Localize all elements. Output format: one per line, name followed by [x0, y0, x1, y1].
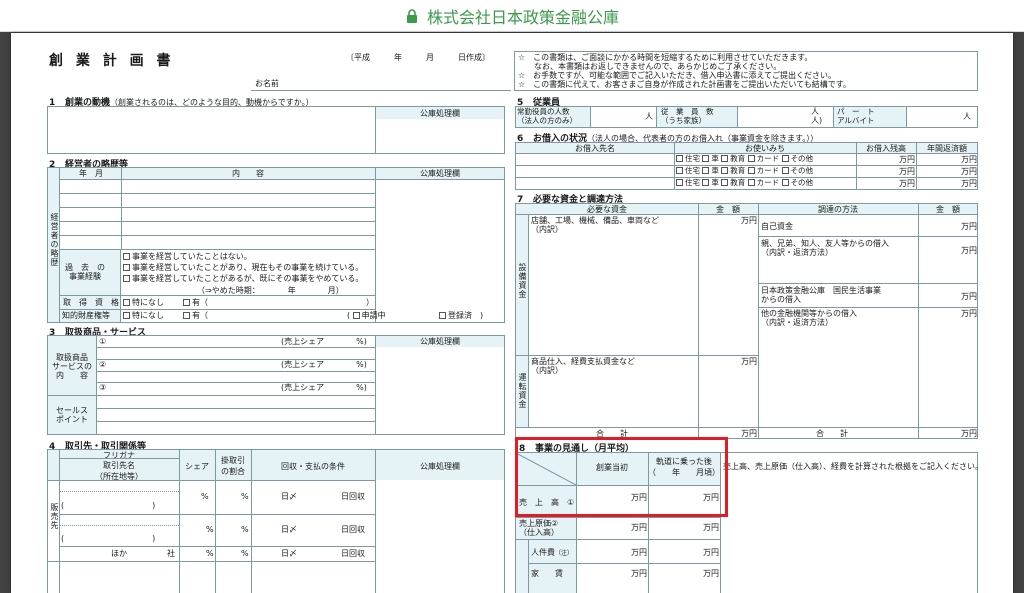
checkbox-icon[interactable] [352, 312, 360, 319]
checkbox-icon[interactable] [747, 155, 755, 162]
office-col-4: 公庫処理欄 [420, 462, 460, 471]
checkbox-icon[interactable] [183, 299, 190, 306]
products-box [47, 335, 505, 435]
checkbox-icon[interactable] [781, 155, 789, 162]
sales-point-label: セールス ポイント [56, 406, 88, 425]
checkbox-icon[interactable] [123, 253, 130, 260]
product-item-1: ① [99, 337, 107, 346]
cogs-label: 売上原価② （仕入高） [519, 519, 559, 538]
products-label: 取扱商品 サービスの 内 容 [52, 353, 92, 381]
ip-registered[interactable]: 登録済 ) [439, 311, 483, 320]
notice-2: なお、本書類はお返しできませんので、あらかじめご了承ください。 [518, 62, 782, 71]
loan-row-2-uses[interactable]: 住宅 車 教育 カード その他 [676, 166, 813, 176]
family-loan: 親、兄弟、知人、友人等からの借入 （内訳・返済方法） [761, 239, 889, 258]
document-page: 創 業 計 画 書 〔平成 年 月 日作成〕 お名前 ☆ この書類は、ご面談にか… [11, 33, 1013, 593]
labor-label: 人件費（注） [531, 548, 574, 557]
doc-title: 創 業 計 画 書 [49, 53, 175, 69]
past-experience-label: 過 去 の 事業経験 [65, 263, 105, 282]
opex-side: 運転資金 [518, 373, 527, 409]
checkbox-icon[interactable] [781, 179, 789, 186]
ip-label: 知的財産権等 [62, 311, 110, 320]
product-share-3: (売上シェア %) [281, 383, 367, 392]
rent-label: 家 賃 [531, 569, 563, 578]
checkbox-icon[interactable] [702, 155, 710, 162]
highlight-box [515, 437, 728, 517]
site-title: 株式会社日本政策金融公庫 [426, 7, 619, 27]
loan-row-1-uses[interactable]: 住宅 車 教育 カード その他 [676, 154, 813, 164]
opex-label: 商品仕入、経費支払資金など （内訳） [531, 357, 635, 376]
client-name-label: 取引先名 （所在地等） [95, 461, 143, 481]
other-loan: 他の金融機関等からの借入 （内訳・返済方法） [761, 309, 857, 328]
product-item-3: ③ [99, 383, 107, 392]
col-content: 内 容 [232, 169, 264, 178]
capex-label: 店舗、工場、機械、備品、車両など （内訳） [531, 216, 659, 235]
funding-box [515, 203, 978, 439]
col-year-month: 年 月 [79, 169, 103, 178]
share-col: シェア [185, 462, 209, 471]
other-clients: ほか 社 [111, 549, 175, 558]
checkbox-icon[interactable] [123, 299, 130, 306]
checkbox-icon[interactable] [439, 312, 446, 319]
product-item-2: ② [99, 360, 107, 369]
checkbox-icon[interactable] [702, 167, 710, 174]
checkbox-icon[interactable] [721, 179, 729, 186]
jfc-loan: 日本政策金融公庫 国民生活事業 からの借入 [761, 286, 881, 305]
office-col-2: 公庫処理欄 [420, 169, 460, 178]
checkbox-icon[interactable] [747, 167, 755, 174]
staff-count-label: 従 業 員 数 （うち家族） [661, 107, 714, 125]
capex-side: 設備資金 [518, 263, 527, 299]
checkbox-icon[interactable] [183, 312, 190, 319]
product-share-2: (売上シェア %) [281, 360, 367, 369]
past-opt-2[interactable]: 事業を経営していたことがあり、現在もその事業を続けている。 [123, 263, 363, 272]
checkbox-icon[interactable] [781, 167, 789, 174]
ip-have[interactable]: 有（ [183, 311, 208, 320]
checkbox-icon[interactable] [676, 167, 683, 174]
notice-1: ☆ この書類は、ご面談にかかる時間を短縮するために利用させていただきます。 [518, 53, 813, 62]
officer-count-label: 常勤役員の人数 （法人の方のみ） [517, 107, 577, 125]
license-have[interactable]: 有（ [183, 298, 208, 307]
license-label: 取 得 資 格 [63, 298, 119, 307]
notice-3: ☆ お手数ですが、可能な範囲でご記入いただき、借入申込書に添えてご提出ください。 [518, 71, 837, 80]
checkbox-icon[interactable] [747, 179, 755, 186]
ip-applying[interactable]: ( 申請中 [347, 311, 386, 320]
checkbox-icon[interactable] [123, 275, 130, 282]
own-funds: 自己資金 [761, 222, 793, 231]
date-line: 〔平成 年 月 日作成〕 [346, 53, 490, 62]
part-time-label: パ ー ト アルバイト [837, 107, 875, 125]
checkbox-icon[interactable] [123, 264, 130, 271]
name-label: お名前 [255, 79, 279, 88]
checkbox-icon[interactable] [123, 312, 130, 319]
checkbox-icon[interactable] [702, 179, 710, 186]
credit-col: 掛取引 の割合 [221, 456, 245, 476]
checkbox-icon[interactable] [721, 167, 729, 174]
checkbox-icon[interactable] [721, 155, 729, 162]
license-none[interactable]: 特になし [123, 298, 164, 307]
total-right: 合 計 [816, 429, 848, 438]
checkbox-icon[interactable] [676, 155, 683, 162]
browser-title-bar: 株式会社日本政策金融公庫 [0, 0, 1024, 32]
lock-icon [406, 8, 417, 23]
ip-none[interactable]: 特になし [123, 311, 164, 320]
office-col-1: 公庫処理欄 [420, 109, 460, 118]
checkbox-icon[interactable] [676, 179, 683, 186]
past-opt-3[interactable]: 事業を経営していたことがあるが、既にその事業をやめている。 [123, 274, 363, 283]
career-side-label: 経営者の略歴 [50, 213, 59, 267]
product-share-1: (売上シェア %) [281, 337, 367, 346]
terms-col: 回収・支払の条件 [281, 462, 345, 471]
basis-note: 売上高、売上原価（仕入高）、経費を計算された根拠をご記入ください。 [723, 462, 983, 471]
loan-row-3-uses[interactable]: 住宅 車 教育 カード その他 [676, 178, 813, 188]
quit-date: （⇒やめた時期： 年 月） [197, 286, 344, 295]
office-col-3: 公庫処理欄 [420, 337, 460, 346]
notice-4: ☆ この書類に代えて、お客さまご自身が作成された計画書をご提出いただいても結構で… [518, 80, 851, 89]
past-opt-1[interactable]: 事業を経営していたことはない。 [123, 252, 252, 261]
